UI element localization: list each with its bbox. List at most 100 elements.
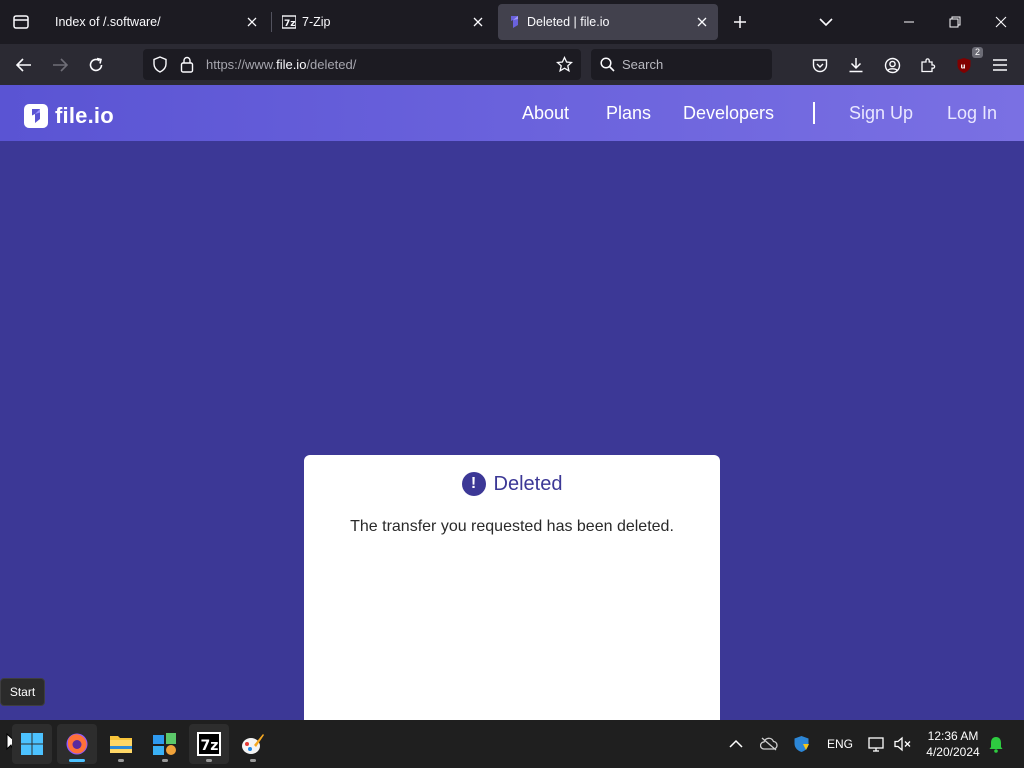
start-button[interactable] [12, 724, 52, 764]
deleted-message-card: ! Deleted The transfer you requested has… [304, 455, 720, 720]
nav-login-link[interactable]: Log In [947, 103, 997, 124]
taskbar-firefox[interactable] [57, 724, 97, 764]
running-indicator [162, 759, 168, 762]
folder-icon [110, 736, 132, 753]
new-tab-button[interactable] [728, 10, 752, 34]
address-bar[interactable]: https://www.file.io/deleted/ [143, 49, 581, 80]
taskbar-7zip[interactable]: 7z [189, 724, 229, 764]
paint-brush-icon [242, 734, 264, 754]
search-placeholder: Search [622, 57, 664, 72]
chevron-down-icon [819, 18, 833, 27]
windows-security-tray[interactable] [793, 720, 810, 768]
plus-icon [734, 16, 746, 28]
tab-7zip[interactable]: 7z 7-Zip [272, 4, 494, 40]
app-menu-button[interactable] [987, 52, 1013, 78]
pocket-button[interactable] [807, 52, 833, 78]
firefox-view-icon [13, 15, 29, 29]
taskbar-clock[interactable]: 12:36 AM 4/20/2024 [918, 728, 988, 760]
shield-icon[interactable] [152, 56, 168, 73]
file-io-logo-icon [24, 104, 48, 128]
minimize-button[interactable] [886, 0, 932, 44]
tab-index-software[interactable]: Index of /.software/ [42, 4, 268, 40]
svg-text:7z: 7z [284, 19, 296, 29]
bookmark-star-icon[interactable] [556, 56, 573, 73]
chevron-up-icon [729, 739, 743, 748]
lock-icon[interactable] [180, 56, 194, 73]
forward-button[interactable] [47, 52, 73, 78]
tab-close-button[interactable] [244, 14, 260, 30]
tab-title: 7-Zip [302, 15, 331, 29]
reload-button[interactable] [83, 52, 109, 78]
taskbar-paint[interactable] [233, 724, 273, 764]
tab-close-button[interactable] [694, 14, 710, 30]
search-icon [600, 57, 615, 72]
brand-name: file.io [55, 103, 114, 128]
card-header: ! Deleted [304, 472, 720, 496]
url-prefix: https://www. [206, 57, 277, 72]
close-icon [995, 16, 1007, 28]
notifications-button[interactable] [988, 720, 1004, 768]
network-tray[interactable] [868, 720, 886, 768]
7zip-icon: 7z [197, 732, 221, 756]
svg-text:7z: 7z [201, 738, 219, 754]
language-indicator[interactable]: ENG [827, 720, 853, 768]
close-icon [247, 17, 257, 27]
windows-logo-icon [21, 733, 43, 755]
back-button[interactable] [11, 52, 37, 78]
start-tooltip: Start [0, 678, 45, 706]
security-shield-icon [794, 736, 809, 752]
file-io-favicon-icon [511, 16, 518, 28]
arrow-left-icon [16, 58, 31, 72]
pocket-icon [812, 58, 828, 72]
taskbar-control-panel[interactable] [145, 724, 185, 764]
arrow-right-icon [53, 58, 68, 72]
running-indicator [69, 759, 85, 762]
puzzle-icon [921, 58, 936, 73]
extensions-button[interactable] [915, 52, 941, 78]
tab-title: Index of /.software/ [55, 15, 161, 29]
close-icon [697, 17, 707, 27]
search-bar[interactable]: Search [591, 49, 772, 80]
bell-icon [989, 736, 1003, 753]
svg-text:u: u [961, 62, 966, 70]
site-header: file.io About Plans Developers Sign Up L… [0, 85, 1024, 141]
taskbar-file-explorer[interactable] [101, 724, 141, 764]
url-path: /deleted/ [306, 57, 357, 72]
account-button[interactable] [879, 52, 905, 78]
volume-muted-icon [894, 736, 911, 752]
running-indicator [206, 759, 212, 762]
tab-close-button[interactable] [470, 14, 486, 30]
firefox-view-button[interactable] [0, 0, 42, 44]
close-icon [473, 17, 483, 27]
nav-divider [813, 102, 815, 124]
reload-icon [89, 57, 103, 72]
downloads-button[interactable] [843, 52, 869, 78]
restore-button[interactable] [932, 0, 978, 44]
nav-signup-link[interactable]: Sign Up [849, 103, 913, 124]
nav-developers-link[interactable]: Developers [683, 103, 774, 124]
network-icon [868, 737, 884, 752]
minimize-icon [904, 21, 914, 23]
volume-tray[interactable] [894, 720, 912, 768]
show-hidden-icons-button[interactable] [729, 720, 743, 768]
windows-taskbar: 7z ENG 12:36 AM 4/20/2024 [0, 720, 1024, 768]
restore-icon [949, 16, 961, 28]
ublock-origin-button[interactable]: u 2 [951, 47, 983, 78]
site-logo[interactable]: file.io [24, 103, 114, 129]
exclamation-circle-icon: ! [461, 472, 486, 496]
close-window-button[interactable] [978, 0, 1024, 44]
language-text: ENG [827, 737, 854, 751]
card-title: Deleted [493, 472, 563, 495]
tab-file-io-deleted[interactable]: Deleted | file.io [498, 4, 718, 40]
hamburger-menu-icon [993, 59, 1007, 71]
nav-about-link[interactable]: About [522, 103, 569, 124]
url-host: file.io [276, 57, 307, 72]
list-all-tabs-button[interactable] [814, 10, 838, 34]
onedrive-tray[interactable] [760, 720, 778, 768]
tab-bar: Index of /.software/ 7z 7-Zip Deleted | … [0, 0, 1024, 44]
extension-count-badge: 2 [971, 47, 983, 58]
url-text[interactable]: https://www.file.io/deleted/ [206, 57, 356, 72]
clock-date: 4/20/2024 [926, 745, 980, 759]
clock-time: 12:36 AM [927, 729, 979, 743]
nav-plans-link[interactable]: Plans [606, 103, 651, 124]
